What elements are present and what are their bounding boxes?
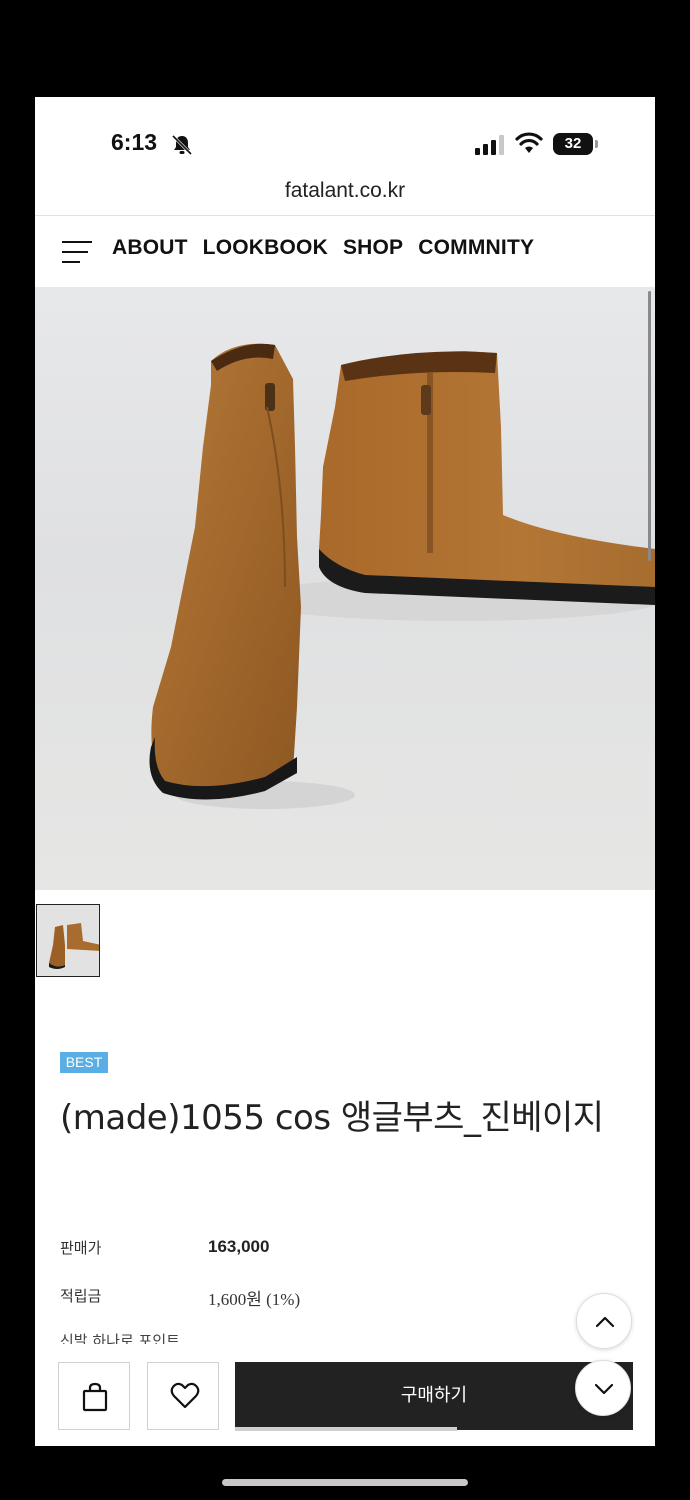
- signal-icon: [475, 135, 504, 155]
- battery-tip: [595, 140, 598, 148]
- battery-icon: 32: [553, 133, 599, 157]
- boots-photo: [149, 343, 655, 809]
- scroll-up-button[interactable]: [576, 1293, 632, 1349]
- price-label: 판매가: [60, 1239, 102, 1257]
- nav-community[interactable]: COMMNITY: [418, 236, 534, 260]
- image-scrollbar[interactable]: [648, 291, 651, 561]
- bell-slash-icon: [171, 134, 193, 156]
- header-divider: [35, 215, 655, 216]
- price-value: 163,000: [208, 1237, 270, 1256]
- points-value: 1,600원 (1%): [208, 1290, 301, 1309]
- nav-shop[interactable]: SHOP: [343, 236, 403, 260]
- chevron-up-icon: [595, 1316, 615, 1328]
- points-label: 적립금: [60, 1287, 102, 1305]
- nav-links: ABOUT LOOKBOOK SHOP COMMNITY: [112, 236, 534, 260]
- status-bar: 6:13 32: [35, 97, 655, 177]
- best-badge: BEST: [60, 1052, 108, 1073]
- product-thumbnail[interactable]: [36, 904, 100, 977]
- wishlist-button[interactable]: [147, 1362, 219, 1430]
- address-bar[interactable]: fatalant.co.kr: [35, 179, 655, 203]
- chevron-down-icon: [594, 1383, 614, 1395]
- buy-button[interactable]: 구매하기: [235, 1362, 633, 1430]
- status-time: 6:13: [111, 129, 158, 155]
- site-nav: ABOUT LOOKBOOK SHOP COMMNITY: [35, 217, 655, 287]
- product-image[interactable]: [35, 287, 655, 890]
- partial-description: 신발 하나로 포인트: [60, 1332, 180, 1344]
- wifi-icon: [515, 132, 543, 153]
- cart-button[interactable]: [58, 1362, 130, 1430]
- home-indicator[interactable]: [222, 1479, 468, 1486]
- battery-level: 32: [553, 133, 593, 155]
- buy-button-underline: [235, 1427, 457, 1431]
- nav-about[interactable]: ABOUT: [112, 236, 188, 260]
- phone-screen: 6:13 32 fatalant.co.kr ABOUT LOOKBOOK SH…: [35, 97, 655, 1446]
- hamburger-menu-icon[interactable]: [62, 240, 92, 264]
- thumbnail-boots-image: [37, 905, 99, 976]
- product-title: (made)1055 cos 앵글부츠_진베이지: [60, 1098, 604, 1138]
- scroll-down-button[interactable]: [575, 1360, 631, 1416]
- heart-icon: [170, 1382, 200, 1409]
- nav-lookbook[interactable]: LOOKBOOK: [203, 236, 328, 260]
- shopping-bag-icon: [82, 1382, 108, 1412]
